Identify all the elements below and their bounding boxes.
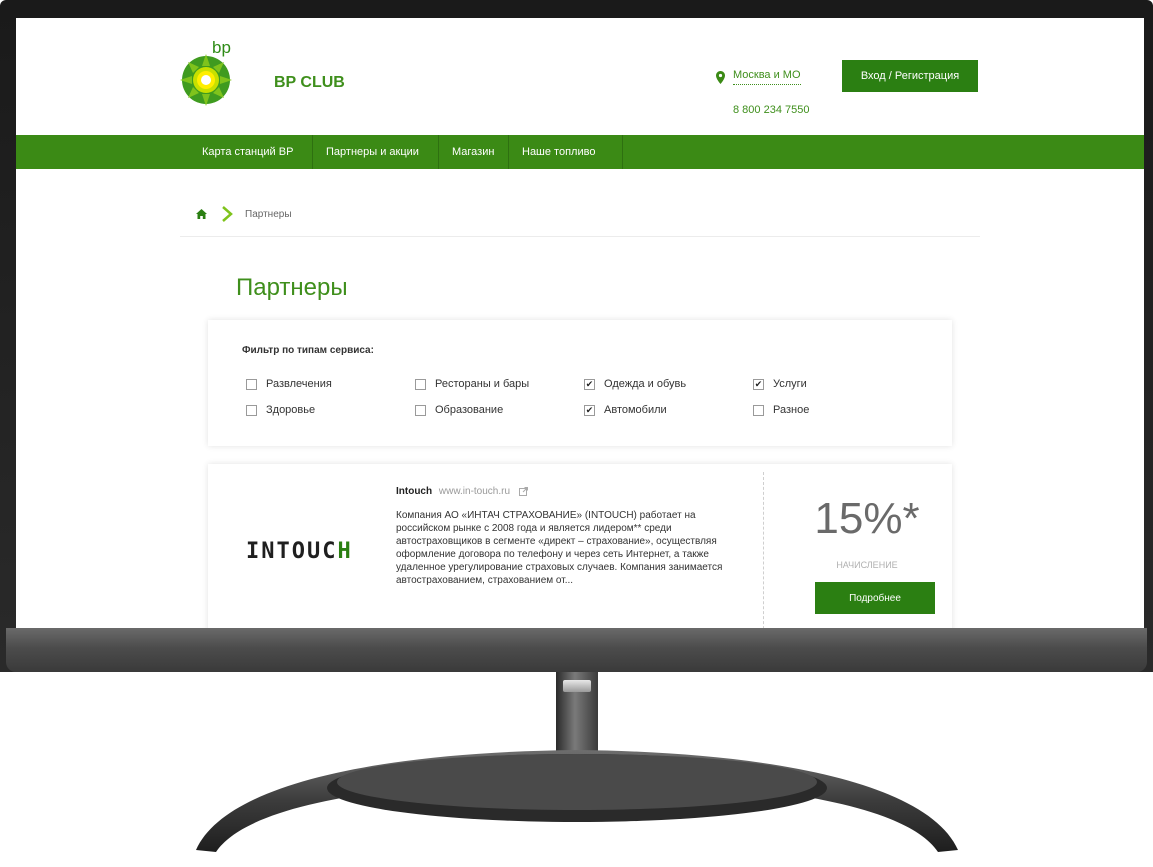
checkbox-icon[interactable] xyxy=(415,404,426,416)
partner-website-link[interactable]: www.in-touch.ru xyxy=(439,486,510,497)
checkbox-icon[interactable]: ✔ xyxy=(584,378,595,390)
filter-checkbox-other[interactable]: Разное xyxy=(753,404,809,416)
filter-checkbox-education[interactable]: Образование xyxy=(415,404,503,416)
main-nav: Карта станций BP Партнеры и акции Магази… xyxy=(16,135,1144,169)
breadcrumb-current: Партнеры xyxy=(245,208,292,220)
bp-wordmark: bp xyxy=(212,38,231,57)
nav-divider xyxy=(622,135,623,169)
checkbox-label: Автомобили xyxy=(604,404,667,416)
service-filter-card: Фильтр по типам сервиса: Развлечения Рес… xyxy=(208,320,952,446)
partner-heading: Intouch www.in-touch.ru xyxy=(396,486,528,497)
filter-checkbox-cars[interactable]: ✔ Автомобили xyxy=(584,404,667,416)
nav-item-stations-map[interactable]: Карта станций BP xyxy=(202,135,293,169)
login-register-button[interactable]: Вход / Регистрация xyxy=(842,60,978,92)
city-label: Москва и МО xyxy=(733,69,801,85)
checkbox-icon[interactable]: ✔ xyxy=(753,378,764,390)
partner-description: Компания АО «ИНТАЧ СТРАХОВАНИЕ» (INTOUCH… xyxy=(396,510,723,586)
checkbox-label: Образование xyxy=(435,404,504,416)
breadcrumb: Партнеры xyxy=(196,205,292,223)
filter-checkbox-clothing[interactable]: ✔ Одежда и обувь xyxy=(584,378,686,390)
monitor-stand-ring xyxy=(563,680,591,692)
browser-screen: bp BP CLUB Москва и МО 8 800 234 7550 Вх… xyxy=(16,18,1144,630)
checkbox-label: Услуги xyxy=(773,378,807,390)
site-header: bp BP CLUB Москва и МО 8 800 234 7550 Вх… xyxy=(16,18,1144,135)
checkbox-label: Одежда и обувь xyxy=(604,378,687,390)
external-link-icon[interactable] xyxy=(518,486,528,496)
more-details-button[interactable]: Подробнее xyxy=(815,582,935,614)
checkbox-label: Здоровье xyxy=(266,404,316,416)
filter-checkbox-entertainment[interactable]: Развлечения xyxy=(246,378,332,390)
filter-checkbox-restaurants[interactable]: Рестораны и бары xyxy=(415,378,529,390)
chevron-right-icon xyxy=(222,206,233,222)
checkbox-icon[interactable] xyxy=(753,404,764,416)
partner-name: Intouch xyxy=(396,486,433,497)
partner-logo-accent: H xyxy=(337,539,353,564)
filter-checkbox-health[interactable]: Здоровье xyxy=(246,404,315,416)
nav-divider xyxy=(508,135,509,169)
checkbox-label: Развлечения xyxy=(266,378,332,390)
map-pin-icon xyxy=(716,70,725,84)
nav-divider xyxy=(312,135,313,169)
home-icon[interactable] xyxy=(196,209,207,219)
filter-title: Фильтр по типам сервиса: xyxy=(242,345,374,356)
partner-logo-text: INTOUC xyxy=(246,539,338,564)
checkbox-icon[interactable]: ✔ xyxy=(584,404,595,416)
nav-divider xyxy=(438,135,439,169)
checkbox-icon[interactable] xyxy=(246,378,257,390)
partner-logo[interactable]: INTOUCH xyxy=(246,539,353,564)
page-title: Партнеры xyxy=(236,274,348,301)
header-divider xyxy=(180,236,980,237)
discount-label: НАЧИСЛЕНИЕ xyxy=(836,560,898,570)
card-divider xyxy=(763,472,764,630)
monitor-chin xyxy=(6,628,1147,672)
filter-checkbox-services[interactable]: ✔ Услуги xyxy=(753,378,807,390)
checkbox-label: Рестораны и бары xyxy=(435,378,530,390)
checkbox-icon[interactable] xyxy=(415,378,426,390)
discount-percent: 15%* xyxy=(814,494,920,543)
partner-card: INTOUCH Intouch www.in-touch.ru Компания… xyxy=(208,464,952,630)
nav-item-partners[interactable]: Партнеры и акции xyxy=(326,135,419,169)
brand-name[interactable]: BP CLUB xyxy=(274,74,345,92)
nav-item-shop[interactable]: Магазин xyxy=(452,135,494,169)
checkbox-icon[interactable] xyxy=(246,404,257,416)
checkbox-label: Разное xyxy=(773,404,810,416)
nav-item-fuel[interactable]: Наше топливо xyxy=(522,135,595,169)
monitor-stand-base xyxy=(196,750,958,852)
phone-number[interactable]: 8 800 234 7550 xyxy=(733,104,809,116)
city-selector[interactable]: Москва и МО xyxy=(716,69,801,85)
